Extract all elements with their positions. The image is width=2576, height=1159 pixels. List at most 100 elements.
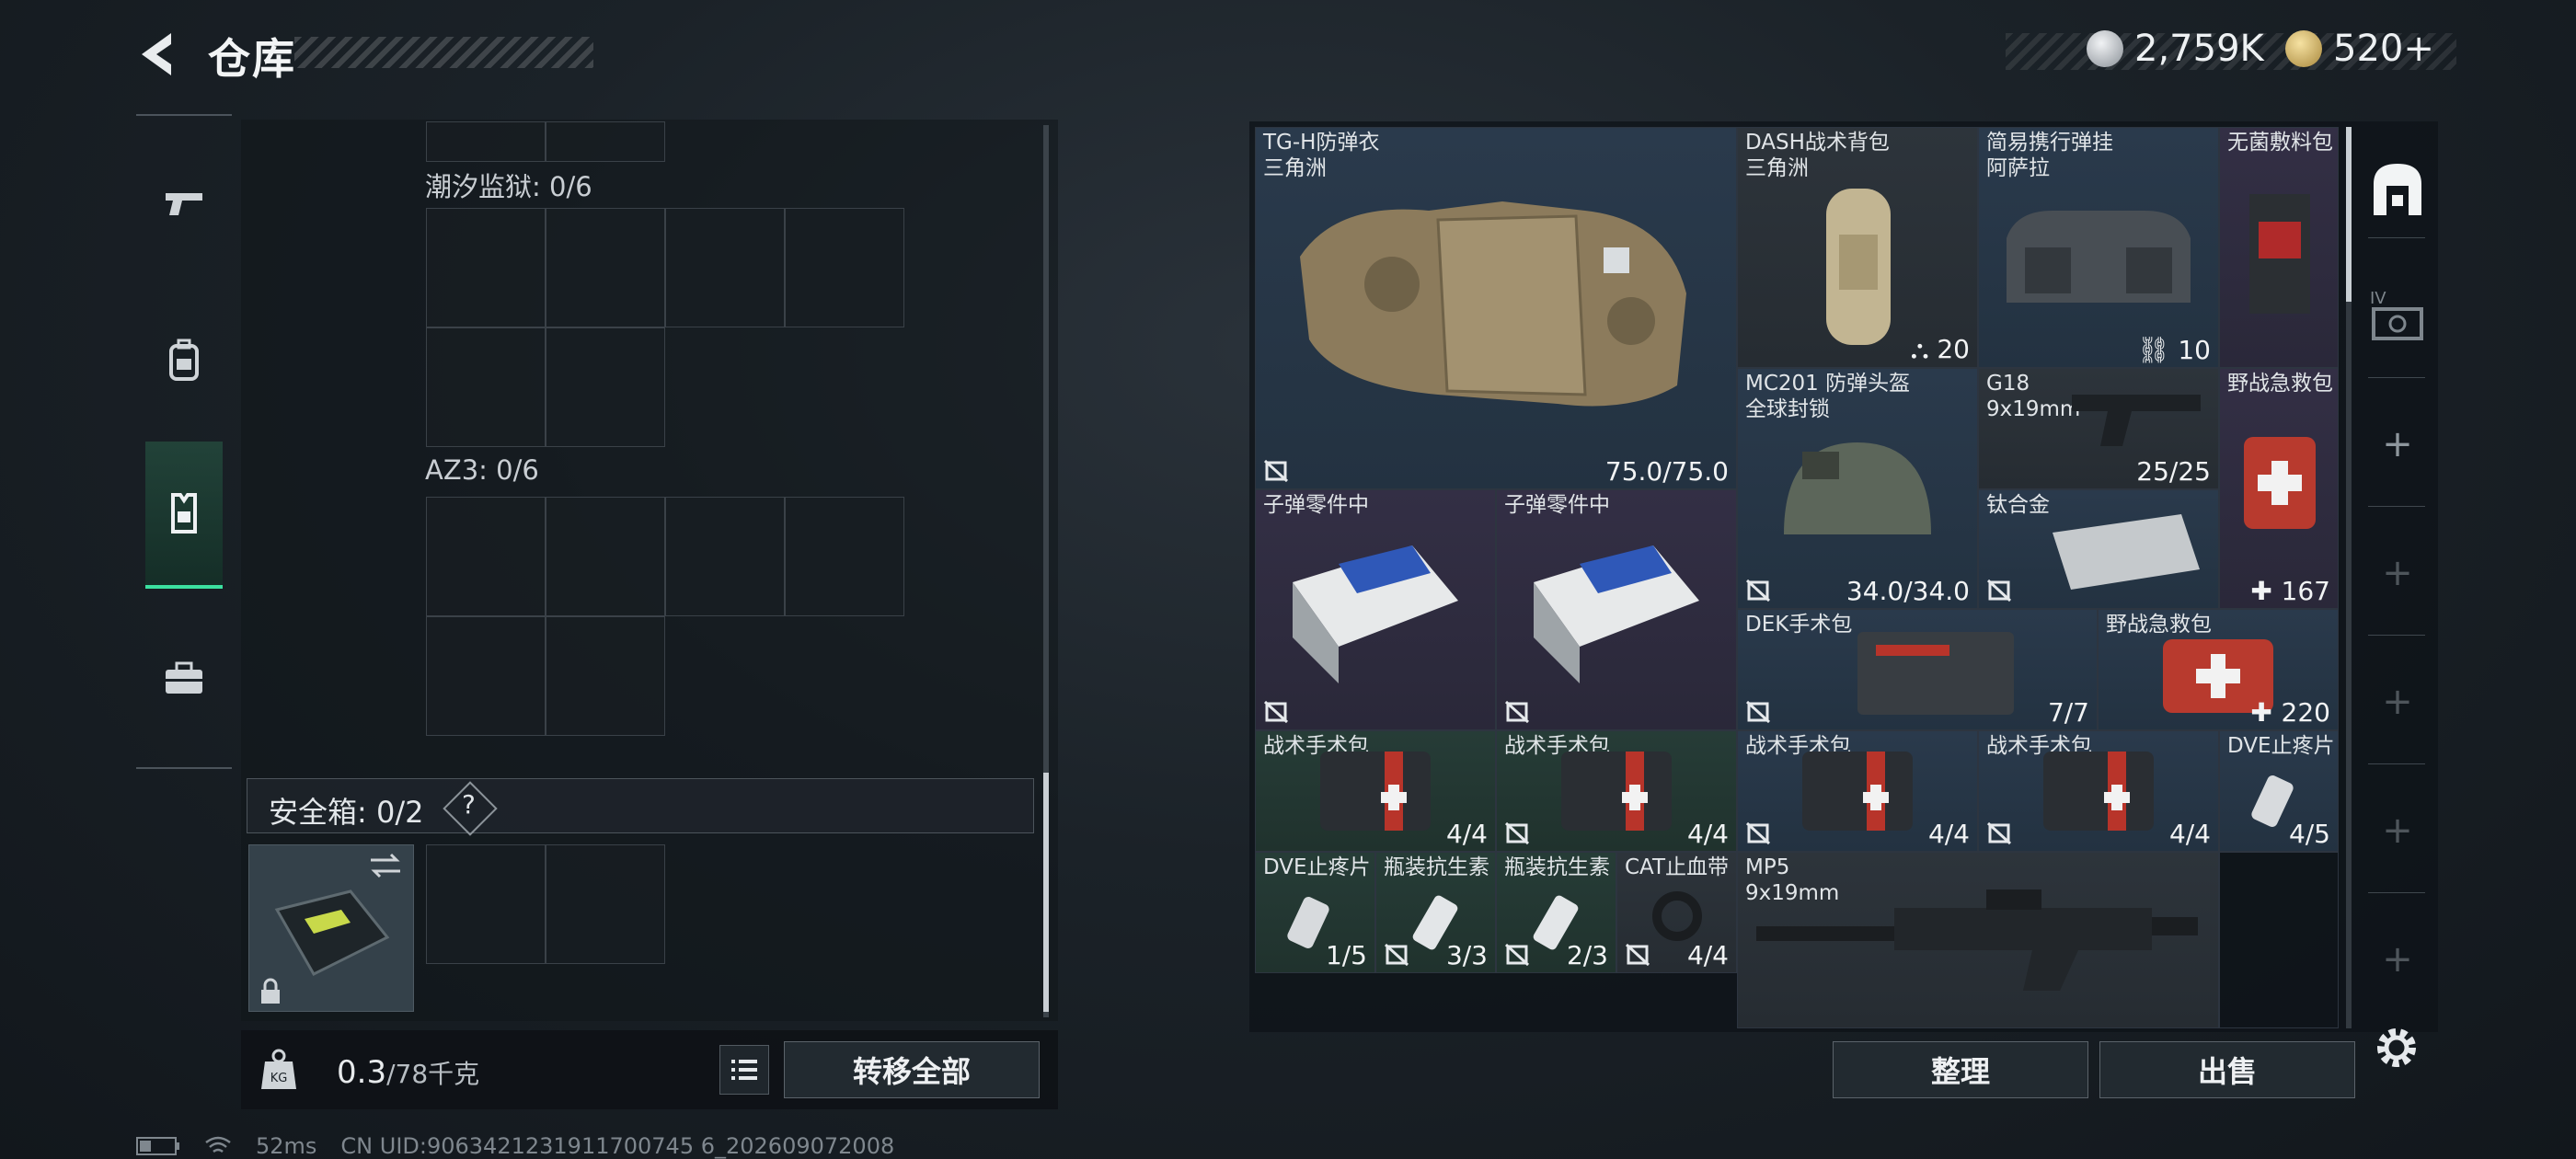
item-antibiotics[interactable]: 瓶装抗生素 2/3 <box>1496 852 1616 973</box>
grid-slot[interactable] <box>426 497 546 616</box>
weight-icon: KG <box>261 1049 296 1089</box>
item-dve-painkiller[interactable]: DVE止疼片 4/5 <box>2219 730 2339 852</box>
transfer-all-button[interactable]: 转移全部 <box>784 1041 1040 1098</box>
rail-divider <box>2368 763 2425 764</box>
item-dash-backpack[interactable]: DASH战术背包 三角洲 ⛬ 20 <box>1737 127 1978 368</box>
weight-current: 0.3 <box>337 1054 387 1091</box>
item-tactical-surgery-kit[interactable]: 战术手术包 4/4 <box>1978 730 2219 852</box>
medkit-icon <box>1320 752 1431 831</box>
nav-weapons[interactable] <box>145 166 223 243</box>
item-titanium[interactable]: 钛合金 <box>1978 489 2219 609</box>
item-name: 瓶装抗生素 <box>1384 855 1489 879</box>
left-scrollbar-thumb[interactable] <box>1043 773 1049 1012</box>
nav-gear[interactable] <box>145 442 223 589</box>
empty-slot[interactable] <box>2219 852 2339 1028</box>
item-qty: 3/3 <box>1445 940 1488 970</box>
user-uid: CN UID:9063421231911700745 6_20260907200… <box>340 1133 895 1159</box>
swap-icon[interactable] <box>367 851 404 880</box>
item-ifak[interactable]: 野战急救包 ✚ 167 <box>2219 368 2339 609</box>
item-qty: 20 <box>1937 334 1970 364</box>
item-g18-pistol[interactable]: G18 9x19mm 25/25 <box>1978 368 2219 489</box>
grid-slot[interactable] <box>426 616 546 736</box>
section-label-az3: AZ3: 0/6 <box>425 454 539 486</box>
no-drop-icon <box>1986 821 2012 845</box>
item-qty: 75.0/75.0 <box>1604 456 1729 487</box>
item-tactical-surgery-kit[interactable]: 战术手术包 4/4 <box>1496 730 1737 852</box>
list-view-button[interactable] <box>719 1045 769 1095</box>
item-name: 简易携行弹挂 <box>1986 131 2113 155</box>
item-sub: 9x19mm <box>1986 397 2081 421</box>
lock-icon <box>261 978 280 1004</box>
item-tactical-surgery-kit[interactable]: 战术手术包 4/4 <box>1255 730 1496 852</box>
warehouse-grid: TG-H防弹衣 三角洲 75.0/75.0 DASH战术背包 三角洲 ⛬ 20 简易… <box>1255 127 2339 1028</box>
section-label-tidal-prison: 潮汐监狱: 0/6 <box>425 171 592 202</box>
add-storage-plus-icon[interactable]: + <box>2381 552 2414 594</box>
grid-slot[interactable] <box>785 208 904 327</box>
item-qty: 1/5 <box>1325 940 1367 970</box>
item-sterile-dressing[interactable]: 无菌敷料包 <box>2219 127 2339 368</box>
sell-button[interactable]: 出售 <box>2099 1041 2355 1098</box>
grid-slot[interactable] <box>546 327 665 447</box>
right-scrollbar-thumb[interactable] <box>2346 127 2352 302</box>
container-slot[interactable] <box>546 121 665 162</box>
back-arrow-icon[interactable] <box>134 29 184 79</box>
add-storage-plus-icon[interactable]: + <box>2381 681 2414 723</box>
tidy-button[interactable]: 整理 <box>1833 1041 2088 1098</box>
safe-slot[interactable] <box>546 844 665 964</box>
grid-slot[interactable] <box>785 497 904 616</box>
item-qty: 7/7 <box>2047 697 2089 728</box>
item-qty: 4/4 <box>1686 819 1729 849</box>
grid-slot[interactable] <box>546 497 665 616</box>
grid-slot[interactable] <box>546 616 665 736</box>
grid-slot[interactable] <box>665 497 785 616</box>
svg-text:KG: KG <box>270 1072 288 1085</box>
battery-icon <box>136 1137 179 1155</box>
grid-slot[interactable] <box>426 327 546 447</box>
item-tgh-vest[interactable]: TG-H防弹衣 三角洲 75.0/75.0 <box>1255 127 1737 489</box>
rail-divider <box>2368 237 2425 238</box>
help-question-mark: ? <box>462 789 476 820</box>
item-name: 野战急救包 <box>2227 372 2333 396</box>
safe-slot[interactable] <box>426 844 546 964</box>
expansion-box-icon: IV <box>2370 289 2423 340</box>
safe-case-item[interactable] <box>248 844 414 1012</box>
nav-backpack[interactable] <box>145 322 223 399</box>
item-antibiotics[interactable]: 瓶装抗生素 3/3 <box>1375 852 1496 973</box>
container-slot[interactable] <box>426 121 546 162</box>
warehouse-icon <box>2374 164 2421 215</box>
item-dek-surgical-kit[interactable]: DEK手术包 7/7 <box>1737 609 2098 730</box>
item-mc201-helmet[interactable]: MC201 防弹头盔 全球封锁 34.0/34.0 <box>1737 368 1978 609</box>
silver-currency[interactable]: 2,759K <box>2087 28 2264 70</box>
no-drop-icon <box>1263 700 1289 724</box>
grid-slot[interactable] <box>665 208 785 327</box>
item-name: DVE止疼片 <box>1263 855 1371 879</box>
item-qty: 4/4 <box>2168 819 2211 849</box>
grid-slot[interactable] <box>426 208 546 327</box>
add-storage-plus-icon[interactable]: + <box>2381 423 2414 465</box>
tourniquet-icon <box>1652 891 1702 941</box>
item-ammo-parts[interactable]: 子弹零件中 <box>1255 489 1496 730</box>
capacity-icon: ⛬ <box>1910 334 1938 364</box>
add-storage-plus-icon[interactable]: + <box>2381 938 2414 981</box>
medkit-icon <box>1561 752 1672 831</box>
item-ammo-parts[interactable]: 子弹零件中 <box>1496 489 1737 730</box>
storage-tab-iv[interactable]: IV <box>2368 287 2427 346</box>
ping-value: 52ms <box>256 1133 317 1159</box>
item-cat-tourniquet[interactable]: CAT止血带 4/4 <box>1616 852 1737 973</box>
ammo-parts-icon <box>1534 545 1699 683</box>
safe-box-label: 安全箱: 0/2 <box>269 795 424 830</box>
item-chest-rig[interactable]: 简易携行弹挂 阿萨拉 ⛓ 10 <box>1978 127 2219 368</box>
nav-items[interactable] <box>145 640 223 717</box>
storage-tab[interactable] <box>2370 158 2425 223</box>
item-ifak[interactable]: 野战急救包 ✚ 220 <box>2098 609 2339 730</box>
add-storage-plus-icon[interactable]: + <box>2381 809 2414 852</box>
rail-divider <box>2368 892 2425 893</box>
list-icon <box>731 1060 757 1080</box>
gold-currency[interactable]: 520+ <box>2285 28 2434 70</box>
item-dve-painkiller[interactable]: DVE止疼片 1/5 <box>1255 852 1375 973</box>
item-mp5[interactable]: MP5 9x19mm <box>1737 852 2219 1028</box>
item-tactical-surgery-kit[interactable]: 战术手术包 4/4 <box>1737 730 1978 852</box>
no-drop-icon <box>1745 700 1771 724</box>
grid-slot[interactable] <box>546 208 665 327</box>
settings-gear-icon[interactable] <box>2372 1023 2421 1073</box>
